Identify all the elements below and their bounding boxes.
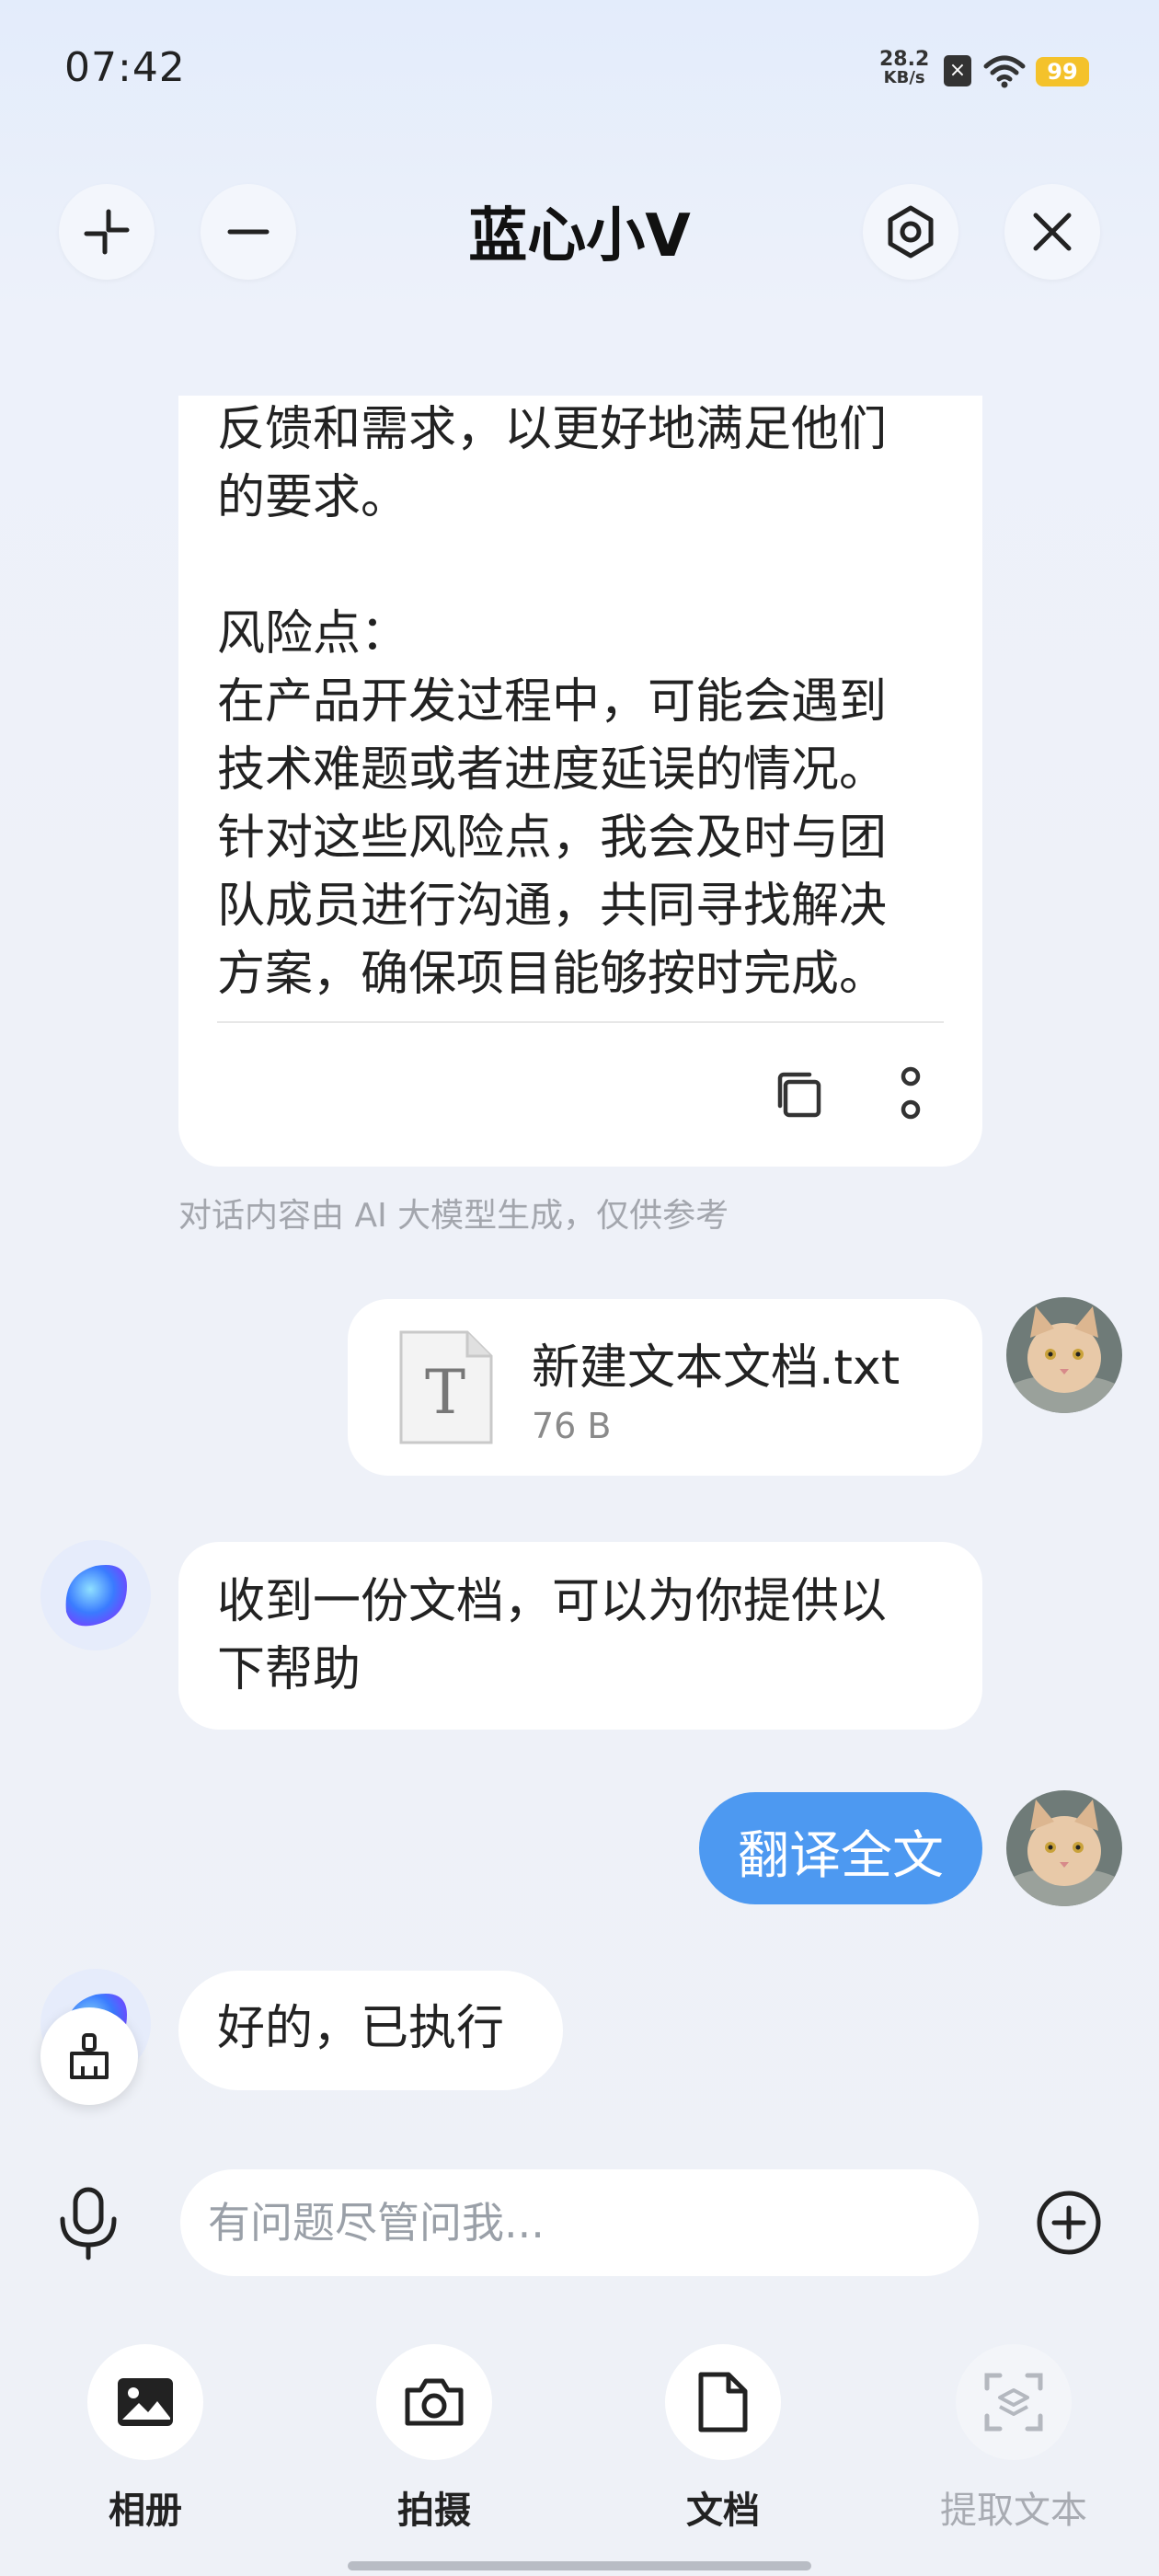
settings-button[interactable]	[863, 184, 958, 280]
tool-camera-circle	[376, 2344, 492, 2460]
ai-message-bubble: 反馈和需求，以更好地满足他们 的要求。 风险点： 在产品开发过程中，可能会遇到 …	[178, 396, 982, 1167]
close-button[interactable]	[1004, 184, 1100, 280]
tool-extract-text-circle	[956, 2344, 1072, 2460]
microphone-icon[interactable]	[55, 2186, 121, 2261]
scan-text-icon	[984, 2373, 1043, 2432]
network-speed-unit: KB/s	[883, 68, 925, 87]
status-time: 07:42	[64, 44, 186, 91]
tool-album[interactable]: 相册	[53, 2344, 237, 2534]
divider	[217, 1021, 944, 1023]
ai-message-text: 好的，已执行	[217, 2001, 505, 2056]
wifi-icon	[983, 55, 1026, 88]
tool-camera[interactable]: 拍摄	[342, 2344, 526, 2534]
user-avatar[interactable]	[1006, 1297, 1122, 1413]
app-title: 蓝心小V	[468, 202, 691, 270]
text-file-icon: T	[397, 1328, 495, 1446]
file-type-letter: T	[425, 1357, 465, 1428]
ai-message-text: 收到一份文档，可以为你提供以 下帮助	[217, 1574, 888, 1697]
tool-document[interactable]: 文档	[631, 2344, 815, 2534]
clear-chat-button[interactable]	[40, 2007, 138, 2105]
home-indicator[interactable]	[348, 2561, 811, 2570]
tool-album-circle	[87, 2344, 203, 2460]
plus-circle-icon[interactable]	[1036, 2190, 1102, 2256]
document-icon	[698, 2372, 748, 2432]
sim-off-icon: ×	[944, 55, 971, 86]
ai-message-bubble: 收到一份文档，可以为你提供以 下帮助	[178, 1542, 982, 1730]
file-size: 76 B	[532, 1406, 612, 1446]
user-avatar[interactable]	[1006, 1790, 1122, 1906]
ai-message-bubble: 好的，已执行	[178, 1971, 563, 2090]
camera-icon	[405, 2378, 464, 2426]
chat-input[interactable]	[180, 2169, 979, 2276]
tool-document-label: 文档	[686, 2490, 760, 2532]
ai-avatar	[39, 1538, 153, 1652]
tool-extract-text[interactable]: 提取文本	[922, 2344, 1106, 2534]
gear-icon	[888, 205, 934, 259]
user-message-text: 翻译全文	[738, 1826, 944, 1886]
brush-icon	[70, 2033, 109, 2079]
ai-disclaimer: 对话内容由 AI 大模型生成，仅供参考	[178, 1197, 729, 1235]
network-speed-value: 28.2	[879, 48, 930, 71]
copy-icon[interactable]	[773, 1069, 824, 1121]
file-name: 新建文本文档.txt	[532, 1340, 901, 1396]
tool-camera-label: 拍摄	[397, 2490, 471, 2532]
more-options-icon[interactable]	[883, 1065, 938, 1124]
ai-message-text: 反馈和需求，以更好地满足他们 的要求。 风险点： 在产品开发过程中，可能会遇到 …	[217, 402, 888, 1002]
close-icon	[1033, 213, 1072, 251]
image-icon	[118, 2378, 173, 2426]
battery-indicator: 99	[1036, 57, 1089, 86]
tool-extract-text-label: 提取文本	[940, 2490, 1087, 2532]
tool-album-label: 相册	[109, 2490, 182, 2532]
network-speed: 28.2 KB/s	[879, 50, 929, 86]
user-message-bubble: 翻译全文	[699, 1792, 982, 1904]
tool-document-circle	[665, 2344, 781, 2460]
